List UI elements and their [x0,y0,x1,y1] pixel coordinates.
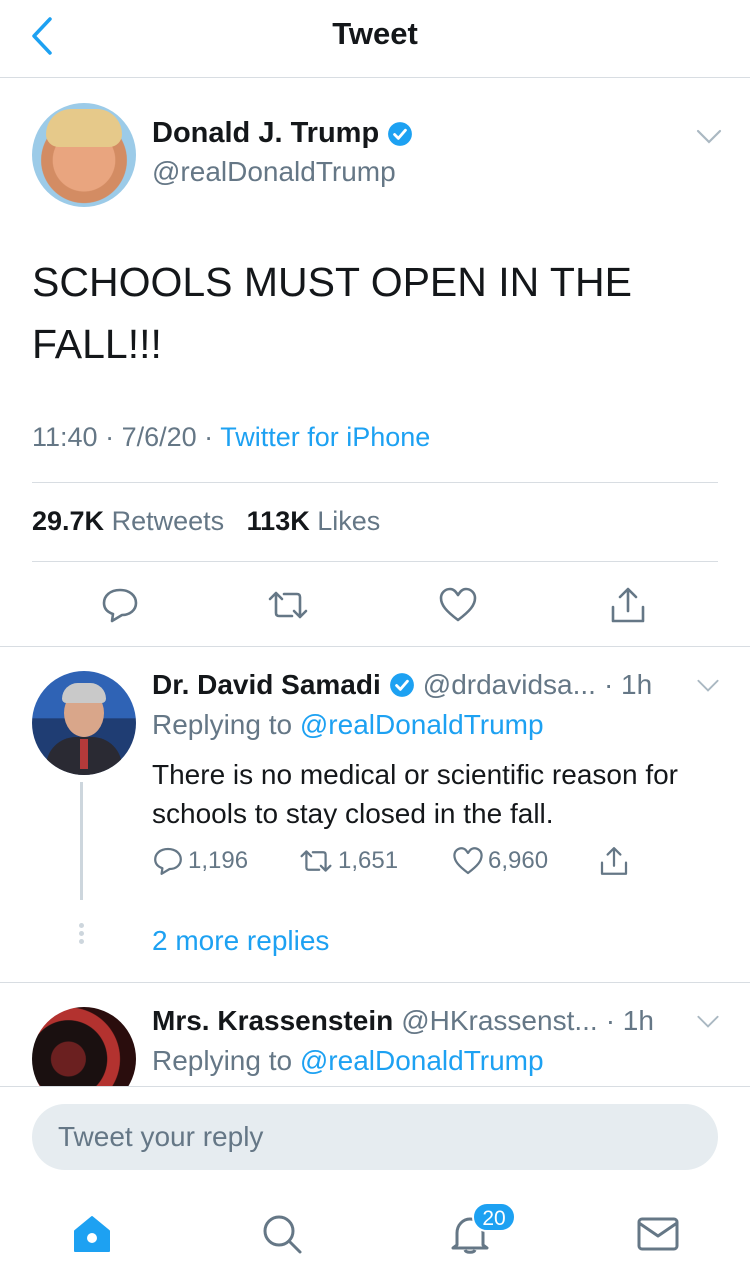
chevron-down-icon[interactable] [696,1015,720,1029]
reply-icon [102,588,138,623]
reply-header: Dr. David Samadi @drdavidsa... · 1h [152,669,652,701]
reply-author-name[interactable]: Mrs. Krassenstein [152,1005,393,1037]
divider [32,561,718,562]
reply-icon [154,847,182,875]
reply-avatar[interactable] [32,671,136,775]
reply-avatar[interactable] [32,1007,136,1086]
like-button[interactable] [436,585,480,625]
replying-to-mention[interactable]: @realDonaldTrump [300,1045,544,1076]
tweet-stats: 29.7K Retweets 113K Likes [32,506,380,537]
likes-stat[interactable]: 113K Likes [247,506,381,536]
more-replies-link[interactable]: 2 more replies [152,925,329,957]
author-name[interactable]: Donald J. Trump [152,117,379,150]
reply-button[interactable] [98,585,142,625]
divider [32,482,718,483]
retweet-button[interactable] [266,585,310,625]
replying-to-mention[interactable]: @realDonaldTrump [300,709,544,740]
reply-author-handle[interactable]: @drdavidsa... [423,669,596,701]
tweet-meta: 11:40 · 7/6/20 · Twitter for iPhone [32,422,431,452]
share-button[interactable] [606,585,650,625]
retweet-icon [300,850,332,872]
tab-search[interactable] [258,1210,306,1258]
verified-badge-icon [388,121,413,146]
share-icon [611,587,645,623]
author-avatar[interactable] [32,103,136,207]
top-nav-bar: Tweet [0,0,750,78]
reply-tweet[interactable]: Mrs. Krassenstein @HKrassenst... · 1h Re… [0,983,750,1086]
page-title: Tweet [332,16,418,51]
tab-messages[interactable] [634,1210,682,1258]
author-name-row[interactable]: Donald J. Trump [152,117,413,150]
search-icon [263,1215,302,1254]
verified-badge-icon [389,673,414,697]
reply-action-bar: 1,196 1,651 6,960 [152,845,652,881]
reply-age: · 1h [603,669,653,700]
chevron-down-icon[interactable] [696,129,722,145]
reply-input[interactable] [32,1104,718,1170]
notifications-badge: 20 [472,1202,516,1232]
home-icon [74,1216,110,1252]
retweet-icon [268,591,308,619]
reply-text: There is no medical or scientific reason… [152,759,678,829]
retweets-stat[interactable]: 29.7K Retweets [32,506,224,536]
reply-age: · 1h [605,1005,654,1036]
reply-author-name[interactable]: Dr. David Samadi [152,669,381,701]
thread-dots [79,923,85,947]
author-handle[interactable]: @realDonaldTrump [152,156,396,188]
retweets-count: 29.7K [32,506,105,536]
likes-label: Likes [317,506,381,536]
reply-tweet[interactable]: Dr. David Samadi @drdavidsa... · 1h Repl… [0,647,750,982]
tweet-text: SCHOOLS MUST OPEN IN THE FALL!!! [32,259,632,367]
retweet-count: 1,651 [338,847,399,874]
reply-author-handle[interactable]: @HKrassenst... [401,1005,597,1037]
tab-home[interactable] [68,1210,116,1258]
reply-reply-button[interactable]: 1,196 [152,845,248,877]
bottom-tab-bar: 20 [0,1186,750,1280]
reply-retweet-button[interactable]: 1,651 [298,845,398,877]
like-icon [439,587,477,622]
tweet-date: 7/6/20 [121,422,197,452]
tweet-source-link[interactable]: Twitter for iPhone [220,422,430,452]
share-icon [600,847,628,875]
reply-count: 1,196 [188,847,249,874]
likes-count: 113K [246,506,310,536]
chevron-down-icon[interactable] [696,679,720,693]
reply-share-button[interactable] [598,845,630,877]
reply-header: Mrs. Krassenstein @HKrassenst... · 1h [152,1005,654,1037]
like-icon [453,847,483,875]
reply-composer-bar [0,1086,750,1186]
thread-line [80,782,83,900]
tweet-time: 11:40 [32,422,98,452]
replying-to: Replying to @realDonaldTrump [152,1045,544,1076]
reply-like-button[interactable]: 6,960 [452,845,548,877]
messages-icon [637,1217,679,1251]
replying-to: Replying to @realDonaldTrump [152,709,544,740]
tweet-action-bar [0,579,750,631]
retweets-label: Retweets [111,506,225,536]
like-count: 6,960 [488,847,549,874]
